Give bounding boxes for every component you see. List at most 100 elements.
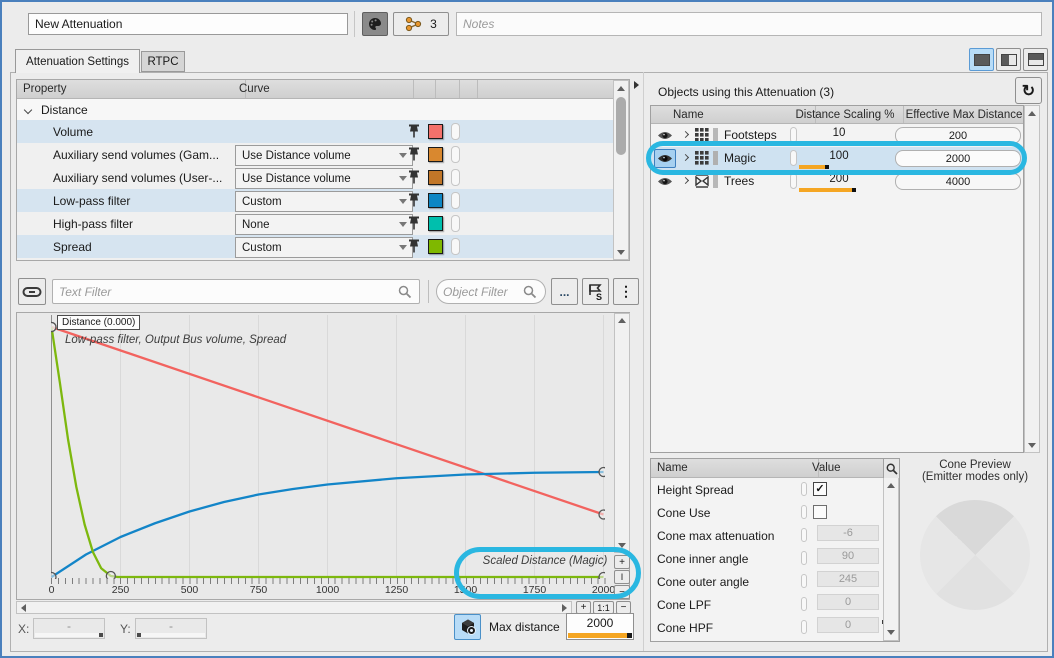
property-table-scrollbar[interactable]: [613, 80, 629, 260]
scroll-left-button[interactable]: [17, 602, 30, 613]
layout-two-row-button[interactable]: [1023, 48, 1048, 71]
scrollbar-thumb[interactable]: [616, 97, 626, 155]
cone-row-max-attenuation[interactable]: Cone max attenuation -6: [651, 524, 882, 547]
column-header-distance-scaling[interactable]: Distance Scaling %: [787, 106, 904, 123]
pin-icon[interactable]: [406, 192, 422, 208]
object-row-magic[interactable]: Magic 100 2000: [651, 147, 1023, 170]
row-drag-handle[interactable]: [451, 192, 460, 209]
scroll-up-button[interactable]: [1025, 106, 1039, 120]
scroll-down-button[interactable]: [614, 245, 628, 259]
row-drag-handle[interactable]: [451, 146, 460, 163]
cone-preview-circle[interactable]: [920, 500, 1030, 610]
y-slider-track[interactable]: [137, 633, 205, 637]
attenuation-curves-plot[interactable]: [51, 313, 605, 579]
references-button[interactable]: 3: [393, 12, 449, 36]
refresh-button[interactable]: ↻: [1015, 77, 1042, 104]
property-row-high-pass[interactable]: High-pass filter None: [17, 212, 613, 235]
curve-mode-dropdown[interactable]: None: [235, 214, 413, 235]
pin-icon[interactable]: [406, 215, 422, 231]
cone-use-checkbox[interactable]: [813, 505, 827, 519]
cone-max-attenuation-input[interactable]: -6: [817, 525, 879, 541]
x-slider-track[interactable]: [35, 633, 103, 637]
graph-vertical-scrollbar[interactable]: [614, 313, 630, 553]
cone-inner-angle-input[interactable]: 90: [817, 548, 879, 564]
expander-chevron-icon[interactable]: [682, 131, 689, 138]
effective-max-distance-value[interactable]: 2000: [895, 150, 1021, 167]
curve-mode-dropdown[interactable]: Use Distance volume: [235, 145, 413, 166]
tab-rtpc[interactable]: RTPC: [141, 51, 185, 72]
layout-single-pane-button[interactable]: [969, 48, 994, 71]
text-filter-input[interactable]: Text Filter: [52, 279, 420, 304]
distance-scaling-value[interactable]: 100: [787, 150, 891, 162]
x-coordinate-input[interactable]: -: [33, 618, 105, 639]
curve-mode-dropdown[interactable]: Use Distance volume: [235, 168, 413, 189]
effective-max-distance-value[interactable]: 4000: [895, 173, 1021, 190]
cone-row-cone-use[interactable]: Cone Use: [651, 501, 882, 524]
pin-icon[interactable]: [406, 146, 422, 162]
splitter-collapse-arrow-icon[interactable]: [634, 81, 639, 89]
curve-color-swatch[interactable]: [428, 193, 443, 208]
color-palette-button[interactable]: [362, 12, 388, 36]
cone-row-hpf[interactable]: Cone HPF 0: [651, 616, 882, 639]
property-row-volume[interactable]: Volume: [17, 120, 613, 143]
v-zoom-reset-button[interactable]: I: [614, 570, 630, 584]
link-curves-button[interactable]: [18, 278, 46, 305]
max-distance-input[interactable]: 2000: [566, 613, 634, 640]
cone-outer-angle-input[interactable]: 245: [817, 571, 879, 587]
vertical-splitter[interactable]: [643, 72, 644, 651]
pin-icon[interactable]: [406, 169, 422, 185]
curve-color-swatch[interactable]: [428, 239, 443, 254]
curve-color-swatch[interactable]: [428, 147, 443, 162]
pin-icon[interactable]: [406, 238, 422, 254]
graph-menu-button[interactable]: ⋮: [613, 278, 639, 305]
property-row-low-pass[interactable]: Low-pass filter Custom: [17, 189, 613, 212]
collapse-chevron-icon[interactable]: [24, 105, 32, 113]
visibility-eye-button-active[interactable]: [654, 149, 676, 168]
column-header-curve[interactable]: Curve: [233, 80, 414, 98]
curve-color-swatch[interactable]: [428, 170, 443, 185]
column-header-property[interactable]: Property: [17, 80, 246, 98]
row-drag-handle[interactable]: [451, 215, 460, 232]
attenuation-name-input[interactable]: New Attenuation: [28, 13, 348, 35]
scroll-down-button[interactable]: [1025, 438, 1039, 452]
object-row-trees[interactable]: Trees 200 4000: [651, 170, 1023, 193]
object-row-footsteps[interactable]: Footsteps 10 200: [651, 124, 1023, 147]
layout-two-column-button[interactable]: [996, 48, 1021, 71]
max-distance-slider[interactable]: [568, 633, 632, 638]
distance-scaling-value[interactable]: 200: [787, 173, 891, 185]
property-row-aux-game[interactable]: Auxiliary send volumes (Gam... Use Dista…: [17, 143, 613, 166]
row-drag-handle[interactable]: [451, 169, 460, 186]
distance-scaling-value[interactable]: 10: [787, 127, 891, 139]
curve-color-swatch[interactable]: [428, 216, 443, 231]
scroll-down-button[interactable]: [615, 539, 629, 552]
show-soloed-button[interactable]: S: [582, 278, 609, 305]
column-header-name[interactable]: Name: [651, 459, 819, 477]
expander-chevron-icon[interactable]: [682, 154, 689, 161]
property-row-aux-user[interactable]: Auxiliary send volumes (User-... Use Dis…: [17, 166, 613, 189]
cone-lpf-input[interactable]: 0: [817, 594, 879, 610]
scroll-right-button[interactable]: [558, 602, 571, 613]
row-drag-handle[interactable]: [451, 238, 460, 255]
visibility-eye-button[interactable]: [654, 126, 676, 145]
property-search-button[interactable]: [883, 459, 899, 478]
row-drag-handle[interactable]: [451, 123, 460, 140]
scroll-up-button[interactable]: [614, 81, 628, 95]
column-header-effective-max-distance[interactable]: Effective Max Distance: [891, 106, 1024, 123]
cone-row-height-spread[interactable]: Height Spread ✓: [651, 478, 882, 501]
filter-more-button[interactable]: ...: [551, 278, 578, 305]
pin-icon[interactable]: [406, 123, 422, 139]
curve-mode-dropdown[interactable]: Custom: [235, 237, 413, 258]
cone-row-inner-angle[interactable]: Cone inner angle 90: [651, 547, 882, 570]
scroll-up-button[interactable]: [615, 314, 629, 327]
scroll-down-button[interactable]: [884, 626, 898, 639]
cone-row-outer-angle[interactable]: Cone outer angle 245: [651, 570, 882, 593]
y-coordinate-input[interactable]: -: [135, 618, 207, 639]
game-object-preview-button[interactable]: [454, 614, 481, 640]
property-row-spread[interactable]: Spread Custom: [17, 235, 613, 258]
tab-attenuation-settings[interactable]: Attenuation Settings: [15, 49, 140, 73]
notes-input[interactable]: Notes: [456, 12, 1042, 36]
property-group-row-distance[interactable]: Distance: [17, 99, 629, 120]
visibility-eye-button[interactable]: [654, 172, 676, 191]
v-zoom-out-button[interactable]: −: [614, 585, 630, 599]
column-header-handle[interactable]: [447, 80, 478, 98]
